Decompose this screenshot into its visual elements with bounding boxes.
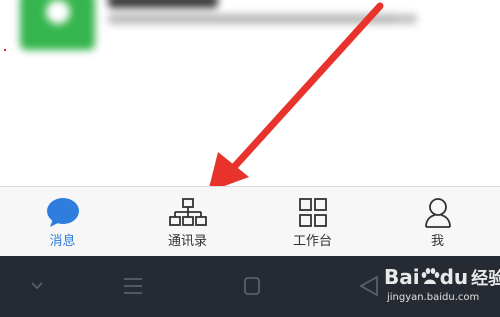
tab-messages[interactable]: 消息 — [0, 187, 125, 257]
chat-bubble-icon — [0, 197, 125, 227]
watermark-logo-text-2: du — [439, 265, 469, 289]
tab-label-messages: 消息 — [49, 234, 76, 249]
tab-me[interactable]: 我 — [375, 187, 500, 257]
org-chart-icon — [125, 197, 250, 227]
bottom-tab-bar: 消息 通讯录 工作台 我 — [0, 186, 500, 256]
watermark-logo-text: Bai — [384, 265, 420, 289]
person-icon — [375, 197, 500, 228]
chevron-down-icon[interactable] — [22, 274, 52, 298]
tab-label-workbench: 工作台 — [292, 234, 332, 249]
watermark-logo: Bai du 经验 — [384, 266, 500, 290]
menu-lines-icon[interactable] — [118, 274, 148, 298]
tab-label-me: 我 — [430, 234, 444, 249]
baidu-paw-icon — [421, 268, 439, 284]
tab-contacts[interactable]: 通讯录 — [125, 187, 250, 257]
tab-label-contacts: 通讯录 — [167, 234, 207, 249]
baidu-watermark: Bai du 经验 jingyan.baidu.com — [384, 262, 500, 312]
back-triangle-icon[interactable] — [355, 274, 385, 298]
app-screen: 消息 通讯录 工作台 我 Bai du 经验 jingyan.baidu.com — [0, 0, 500, 317]
watermark-logo-suffix: 经验 — [471, 269, 500, 289]
tab-workbench[interactable]: 工作台 — [250, 187, 375, 257]
watermark-url: jingyan.baidu.com — [387, 292, 480, 303]
grid-icon — [250, 197, 375, 227]
arrow-shaft — [231, 2, 384, 170]
home-square-icon[interactable] — [237, 274, 267, 298]
